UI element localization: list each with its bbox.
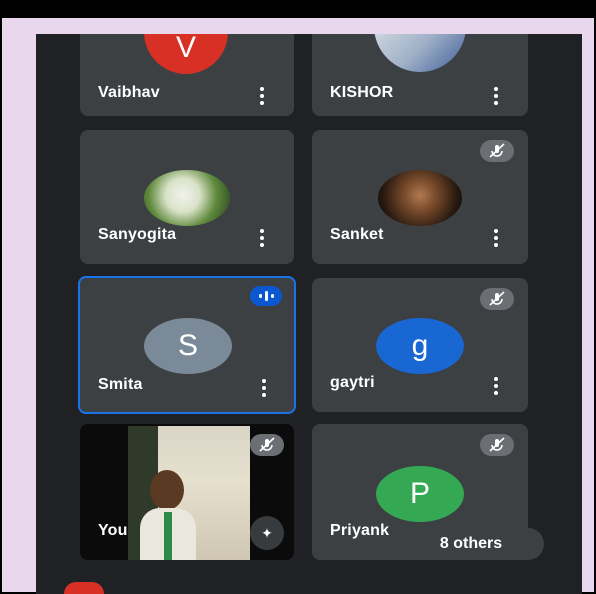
avatar-initial: V bbox=[175, 34, 196, 64]
participant-name: gaytri bbox=[330, 374, 375, 391]
meeting-grid: V Vaibhav KISHOR Sanyogita Sanket S Smit… bbox=[36, 34, 582, 582]
mic-off-icon bbox=[480, 288, 514, 310]
avatar-initial: g bbox=[411, 329, 429, 362]
participant-name: Sanyogita bbox=[98, 226, 177, 243]
participant-name: Smita bbox=[98, 376, 143, 393]
more-vert-icon[interactable] bbox=[260, 87, 264, 105]
mic-off-icon bbox=[250, 434, 284, 456]
avatar bbox=[374, 34, 466, 72]
avatar: g bbox=[376, 318, 464, 374]
speaking-indicator-icon bbox=[250, 286, 282, 306]
participant-name: KISHOR bbox=[330, 84, 394, 101]
others-label: 8 others bbox=[439, 535, 503, 552]
avatar: V bbox=[144, 34, 228, 74]
participant-name: Vaibhav bbox=[98, 84, 160, 101]
mic-off-icon bbox=[480, 140, 514, 162]
avatar bbox=[144, 170, 230, 226]
participant-name: Sanket bbox=[330, 226, 384, 243]
bottom-strip bbox=[36, 580, 582, 594]
participant-tile-sanket[interactable]: Sanket bbox=[312, 130, 528, 264]
participant-tile-you[interactable]: You ✦ bbox=[80, 424, 294, 560]
screenshot-frame: V Vaibhav KISHOR Sanyogita Sanket S Smit… bbox=[0, 0, 596, 594]
mic-off-icon bbox=[480, 434, 514, 456]
avatar: P bbox=[376, 466, 464, 522]
participant-tile-sanyogita[interactable]: Sanyogita bbox=[80, 130, 294, 264]
avatar bbox=[378, 170, 462, 226]
self-video-feed bbox=[128, 426, 250, 560]
others-chip[interactable]: 8 others bbox=[398, 528, 544, 560]
participant-tile-vaibhav[interactable]: V Vaibhav bbox=[80, 34, 294, 116]
sparkle-effects-icon[interactable]: ✦ bbox=[250, 516, 284, 550]
avatar: S bbox=[144, 318, 232, 374]
participant-tile-smita[interactable]: S Smita bbox=[78, 276, 296, 414]
participant-name: Priyank bbox=[330, 522, 390, 539]
participant-tile-kishor[interactable]: KISHOR bbox=[312, 34, 528, 116]
more-vert-icon[interactable] bbox=[494, 87, 498, 105]
more-vert-icon[interactable] bbox=[494, 377, 498, 395]
more-vert-icon[interactable] bbox=[260, 229, 264, 247]
top-border-bar bbox=[2, 2, 594, 18]
avatar-initial: P bbox=[409, 477, 430, 510]
more-vert-icon[interactable] bbox=[262, 379, 266, 397]
participant-name: You bbox=[98, 522, 128, 539]
avatar-initial: S bbox=[177, 329, 198, 362]
more-vert-icon[interactable] bbox=[494, 229, 498, 247]
participant-tile-gaytri[interactable]: g gaytri bbox=[312, 278, 528, 412]
